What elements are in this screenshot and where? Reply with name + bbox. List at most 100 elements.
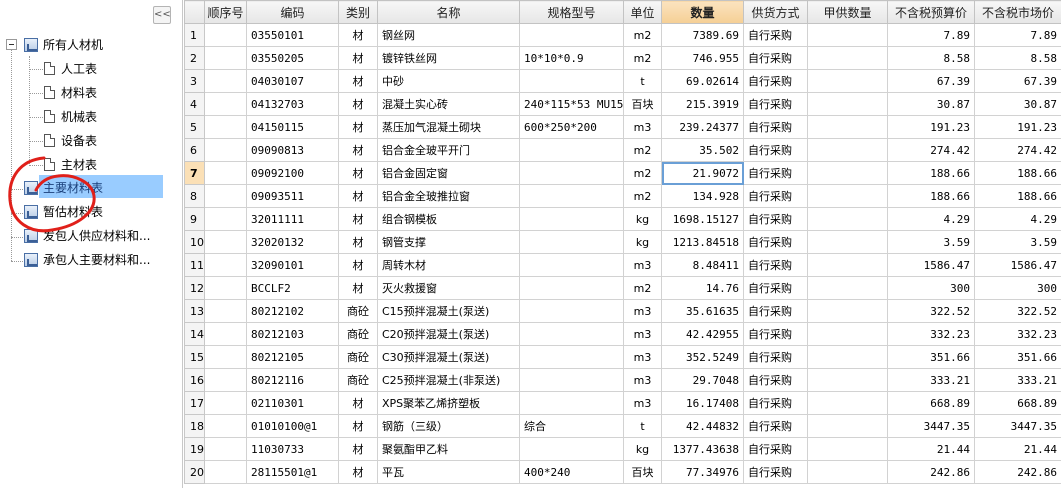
- row-number-cell[interactable]: 9: [184, 207, 205, 231]
- quantity-cell[interactable]: 69.02614: [661, 69, 744, 93]
- spec-cell[interactable]: [519, 368, 624, 392]
- quantity-cell[interactable]: 7389.69: [661, 23, 744, 47]
- supply-mode-cell[interactable]: 自行采购: [743, 115, 808, 139]
- row-number-cell[interactable]: 18: [184, 414, 205, 438]
- table-row[interactable]: 8 09093511 材铝合金全玻推拉窗 m2 134.928 自行采购 188.66 188…: [184, 184, 1061, 208]
- employer-qty-cell[interactable]: [807, 437, 888, 461]
- unit-cell[interactable]: kg: [623, 207, 662, 231]
- unit-cell[interactable]: m2: [623, 184, 662, 208]
- quantity-cell[interactable]: 35.502: [661, 138, 744, 162]
- employer-qty-cell[interactable]: [807, 460, 888, 484]
- unit-cell[interactable]: t: [623, 414, 662, 438]
- type-cell[interactable]: 材: [338, 92, 378, 116]
- type-cell[interactable]: 材: [338, 184, 378, 208]
- budget-price-cell[interactable]: 8.58: [887, 46, 975, 70]
- row-number-cell[interactable]: 11: [184, 253, 205, 277]
- quantity-cell[interactable]: 352.5249: [661, 345, 744, 369]
- table-row[interactable]: 15 80212105 商砼 C30预拌混凝土(泵送) m3 352.5249 自行采购 35…: [184, 345, 1061, 369]
- type-cell[interactable]: 材: [338, 230, 378, 254]
- row-number-cell[interactable]: 12: [184, 276, 205, 300]
- supply-mode-cell[interactable]: 自行采购: [743, 299, 808, 323]
- row-number-cell[interactable]: 10: [184, 230, 205, 254]
- table-row[interactable]: 20 28115501@1 材平瓦 400*240 百块 77.34976 自行采购 242.…: [184, 460, 1061, 484]
- column-header-employer-qty[interactable]: 甲供数量: [807, 0, 888, 24]
- budget-price-cell[interactable]: 300: [887, 276, 975, 300]
- employer-qty-cell[interactable]: [807, 161, 888, 185]
- type-cell[interactable]: 商砼: [338, 322, 378, 346]
- code-cell[interactable]: 03550101: [246, 23, 339, 47]
- name-cell[interactable]: 灭火救援窗: [377, 276, 520, 300]
- name-cell[interactable]: XPS聚苯乙烯挤塑板: [377, 391, 520, 415]
- type-cell[interactable]: 材: [338, 414, 378, 438]
- market-price-cell[interactable]: 322.52: [974, 299, 1061, 323]
- row-number-cell[interactable]: 2: [184, 46, 205, 70]
- name-cell[interactable]: 平瓦: [377, 460, 520, 484]
- employer-qty-cell[interactable]: [807, 115, 888, 139]
- unit-cell[interactable]: t: [623, 69, 662, 93]
- column-header-supply-mode[interactable]: 供货方式: [743, 0, 808, 24]
- unit-cell[interactable]: m3: [623, 115, 662, 139]
- budget-price-cell[interactable]: 188.66: [887, 161, 975, 185]
- budget-price-cell[interactable]: 322.52: [887, 299, 975, 323]
- seq-cell[interactable]: [204, 276, 247, 300]
- table-row[interactable]: 1 03550101 材钢丝网 m2 7389.69 自行采购 7.89 7.89: [184, 23, 1061, 47]
- spec-cell[interactable]: [519, 345, 624, 369]
- market-price-cell[interactable]: 242.86: [974, 460, 1061, 484]
- supply-mode-cell[interactable]: 自行采购: [743, 23, 808, 47]
- type-cell[interactable]: 材: [338, 23, 378, 47]
- quantity-cell[interactable]: 77.34976: [661, 460, 744, 484]
- tree-item-labor[interactable]: 人工表: [61, 58, 97, 80]
- supply-mode-cell[interactable]: 自行采购: [743, 414, 808, 438]
- row-number-cell[interactable]: 13: [184, 299, 205, 323]
- budget-price-cell[interactable]: 274.42: [887, 138, 975, 162]
- seq-cell[interactable]: [204, 368, 247, 392]
- table-row[interactable]: 7 09092100 材铝合金固定窗 m2 21.9072 自行采购 188.66 188.6…: [184, 161, 1061, 185]
- name-cell[interactable]: C15预拌混凝土(泵送): [377, 299, 520, 323]
- type-cell[interactable]: 材: [338, 138, 378, 162]
- spec-cell[interactable]: 综合: [519, 414, 624, 438]
- type-cell[interactable]: 材: [338, 391, 378, 415]
- employer-qty-cell[interactable]: [807, 391, 888, 415]
- quantity-cell[interactable]: 239.24377: [661, 115, 744, 139]
- market-price-cell[interactable]: 3447.35: [974, 414, 1061, 438]
- employer-qty-cell[interactable]: [807, 46, 888, 70]
- supply-mode-cell[interactable]: 自行采购: [743, 460, 808, 484]
- table-row[interactable]: 11 32090101 材周转木材 m3 8.48411 自行采购 1586.47 1586.…: [184, 253, 1061, 277]
- row-number-cell[interactable]: 15: [184, 345, 205, 369]
- budget-price-cell[interactable]: 7.89: [887, 23, 975, 47]
- market-price-cell[interactable]: 332.23: [974, 322, 1061, 346]
- market-price-cell[interactable]: 188.66: [974, 184, 1061, 208]
- code-cell[interactable]: 28115501@1: [246, 460, 339, 484]
- budget-price-cell[interactable]: 67.39: [887, 69, 975, 93]
- tree-item-key-materials[interactable]: 主要材料表: [43, 177, 103, 199]
- row-number-cell[interactable]: 7: [184, 161, 205, 185]
- unit-cell[interactable]: m2: [623, 46, 662, 70]
- table-row[interactable]: 5 04150115 材蒸压加气混凝土砌块 600*250*200 m3 239.2437…: [184, 115, 1061, 139]
- name-cell[interactable]: 镀锌铁丝网: [377, 46, 520, 70]
- seq-cell[interactable]: [204, 322, 247, 346]
- code-cell[interactable]: 80212103: [246, 322, 339, 346]
- row-number-cell[interactable]: 1: [184, 23, 205, 47]
- name-cell[interactable]: 周转木材: [377, 253, 520, 277]
- row-number-cell[interactable]: 17: [184, 391, 205, 415]
- spec-cell[interactable]: 600*250*200: [519, 115, 624, 139]
- name-cell[interactable]: 组合钢模板: [377, 207, 520, 231]
- column-header-market-price[interactable]: 不含税市场价: [974, 0, 1061, 24]
- budget-price-cell[interactable]: 191.23: [887, 115, 975, 139]
- seq-cell[interactable]: [204, 138, 247, 162]
- supply-mode-cell[interactable]: 自行采购: [743, 207, 808, 231]
- column-header-name[interactable]: 名称: [377, 0, 520, 24]
- code-cell[interactable]: 09093511: [246, 184, 339, 208]
- unit-cell[interactable]: m2: [623, 161, 662, 185]
- seq-cell[interactable]: [204, 253, 247, 277]
- supply-mode-cell[interactable]: 自行采购: [743, 161, 808, 185]
- employer-qty-cell[interactable]: [807, 368, 888, 392]
- name-cell[interactable]: C30预拌混凝土(泵送): [377, 345, 520, 369]
- market-price-cell[interactable]: 7.89: [974, 23, 1061, 47]
- column-header-seq[interactable]: 顺序号: [204, 0, 247, 24]
- tree-item-provisional-materials[interactable]: 暂估材料表: [43, 201, 103, 223]
- employer-qty-cell[interactable]: [807, 299, 888, 323]
- unit-cell[interactable]: 百块: [623, 460, 662, 484]
- row-number-cell[interactable]: 6: [184, 138, 205, 162]
- type-cell[interactable]: 商砼: [338, 368, 378, 392]
